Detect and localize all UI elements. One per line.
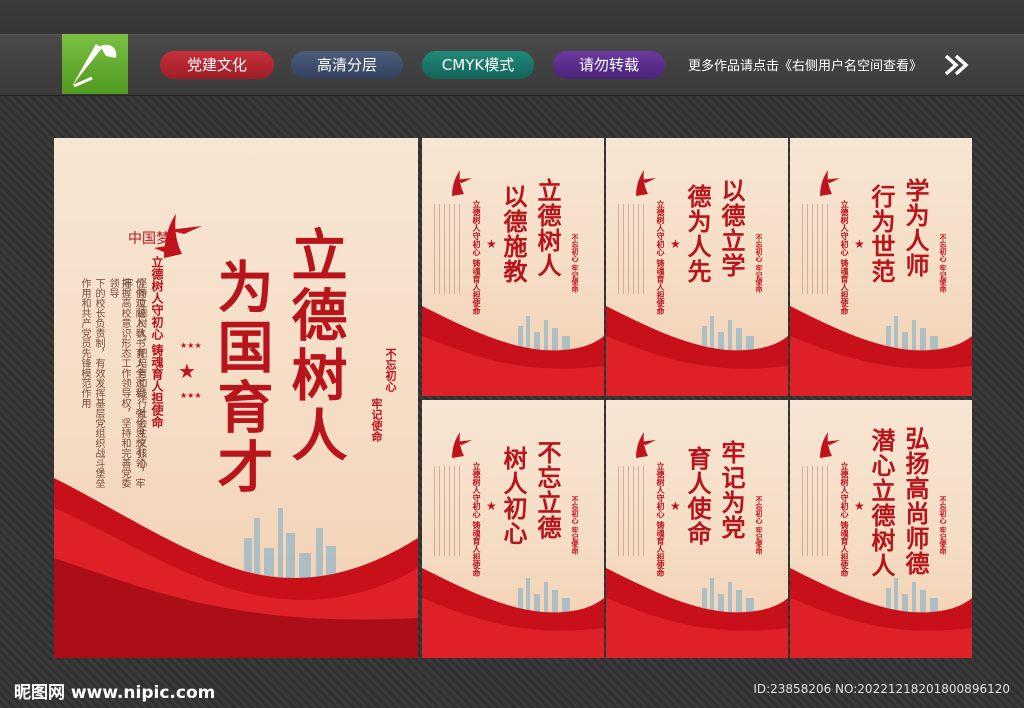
site-logo[interactable] [62, 34, 128, 94]
title-column-1: 立德树人 [533, 178, 562, 278]
star-cluster-icon: ★★★ ★ ★★★ [178, 341, 202, 400]
body-lines [618, 466, 648, 556]
skyline-ribbon-decoration [422, 306, 604, 396]
china-dream-emblem-icon [820, 170, 840, 196]
star-cluster-icon: ★ [854, 237, 865, 251]
body-lines [618, 204, 648, 294]
star-cluster-icon: ★ [670, 237, 681, 251]
seal: 不忘初心 牢记使命 [939, 234, 947, 293]
poster-4: 立德树人守初心 铸魂育人担使命 ★ 树人初心 不忘立德 不忘初心 牢记使命 [422, 400, 604, 658]
subtitle: 立德树人守初心 铸魂育人担使命 [840, 462, 850, 577]
svg-text:★: ★ [486, 237, 497, 251]
china-dream-logo: 中国梦 [124, 208, 208, 264]
title-column-2: 潜心立德树人 [867, 428, 896, 578]
watermark-id: ID:23858206 NO:20221218201800896120 [753, 682, 1010, 696]
skyline-ribbon-decoration [790, 306, 972, 396]
more-works-link[interactable]: 更多作品请点击《右侧用户名空间查看》 [688, 55, 922, 74]
skyline-ribbon-decoration [790, 568, 972, 658]
skyline-ribbon-decoration [54, 478, 418, 658]
svg-text:★: ★ [854, 237, 865, 251]
body-lines [434, 204, 464, 294]
tag-hd-layers[interactable]: 高清分层 [291, 51, 403, 79]
tag-cmyk[interactable]: CMYK模式 [422, 51, 534, 79]
svg-text:★: ★ [486, 499, 497, 513]
subtitle: 立德树人守初心 铸魂育人担使命 [472, 462, 482, 577]
tag-dangjian[interactable]: 党建文化 [160, 51, 274, 79]
star-cluster-icon: ★ [486, 499, 497, 513]
svg-text:★: ★ [670, 237, 681, 251]
skyline-ribbon-decoration [422, 568, 604, 658]
title-column-1: 学为人师 [901, 178, 930, 278]
watermark-site: 昵图网 www.nipic.com [14, 683, 216, 703]
title-column-2: 育人使命 [683, 446, 712, 546]
title-column-2: 树人初心 [499, 446, 528, 546]
poster-1: 立德树人守初心 铸魂育人担使命 ★ 以德施教 立德树人 不忘初心 牢记使命 [422, 138, 604, 396]
body-col-3: 把握高校意识形态工作领导权，坚持和完善党委领导 [107, 278, 130, 488]
title-column-1: 以德立学 [717, 178, 746, 278]
body-lines [802, 204, 832, 294]
svg-text:★: ★ [670, 499, 681, 513]
svg-text:★★★: ★★★ [180, 341, 202, 350]
star-cluster-icon: ★ [486, 237, 497, 251]
svg-text:★: ★ [854, 499, 865, 513]
body-col-5: 作用和共产党员先锋模范作用 [79, 278, 90, 408]
double-chevron-right-icon[interactable] [944, 54, 970, 76]
title-column-2: 德为人先 [683, 184, 712, 284]
seal-column-2: 牢记使命 [370, 398, 383, 442]
china-dream-emblem-icon [820, 432, 840, 458]
poster-2: 立德树人守初心 铸魂育人担使命 ★ 德为人先 以德立学 不忘初心 牢记使命 [606, 138, 788, 396]
subtitle: 立德树人守初心 铸魂育人担使命 [656, 200, 666, 315]
poster-main: 中国梦 立德树人 为国育才 ★★★ ★ ★★★ 立德树人守初心 铸魂育人担使命 … [54, 138, 418, 658]
seal: 不忘初心 牢记使命 [571, 234, 579, 293]
skyline-ribbon-decoration [606, 568, 788, 658]
china-dream-emblem-icon [452, 170, 472, 196]
svg-text:★★★: ★★★ [180, 391, 202, 400]
poster-6: 立德树人守初心 铸魂育人担使命 ★ 潜心立德树人 弘扬高尚师德 不忘初心 牢记使… [790, 400, 972, 658]
poster-3: 立德树人守初心 铸魂育人担使命 ★ 行为世范 学为人师 不忘初心 牢记使命 [790, 138, 972, 396]
title-column-2: 行为世范 [867, 184, 896, 284]
svg-text:★: ★ [178, 359, 196, 383]
subtitle: 立德树人守初心 铸魂育人担使命 [656, 462, 666, 577]
poster-5: 立德树人守初心 铸魂育人担使命 ★ 育人使命 牢记为党 不忘初心 牢记使命 [606, 400, 788, 658]
title-column-1: 不忘立德 [533, 440, 562, 540]
seal: 不忘初心 牢记使命 [755, 234, 763, 293]
subtitle: 立德树人守初心 铸魂育人担使命 [472, 200, 482, 315]
title-column-2: 以德施教 [499, 184, 528, 284]
body-lines [434, 466, 464, 556]
tag-no-repost[interactable]: 请勿转载 [553, 51, 665, 79]
seal-column-1: 不忘初心 [384, 348, 397, 392]
star-cluster-icon: ★ [854, 499, 865, 513]
title-column-1: 牢记为党 [717, 440, 746, 540]
china-dream-emblem-icon [636, 170, 656, 196]
seal: 不忘初心 牢记使命 [571, 496, 579, 555]
skyline-ribbon-decoration [606, 306, 788, 396]
china-dream-emblem-icon [636, 432, 656, 458]
china-dream-emblem-icon [452, 432, 472, 458]
title-column-2: 为国育才 [208, 258, 274, 498]
logo-text: 中国梦 [128, 231, 170, 247]
title-column-1: 立德树人 [282, 226, 348, 466]
title-column-1: 弘扬高尚师德 [901, 426, 930, 576]
body-lines [802, 466, 832, 556]
pen-logo-icon [72, 44, 117, 88]
seal: 不忘初心 牢记使命 [939, 496, 947, 555]
seal: 不忘初心 牢记使命 [755, 496, 763, 555]
body-col-4: 下的校长负责制，有效发挥基层党组织战斗堡垒 [93, 278, 104, 488]
star-cluster-icon: ★ [670, 499, 681, 513]
subtitle: 立德树人守初心 铸魂育人担使命 [840, 200, 850, 315]
subtitle: 立德树人守初心 铸魂育人担使命 [150, 256, 164, 429]
